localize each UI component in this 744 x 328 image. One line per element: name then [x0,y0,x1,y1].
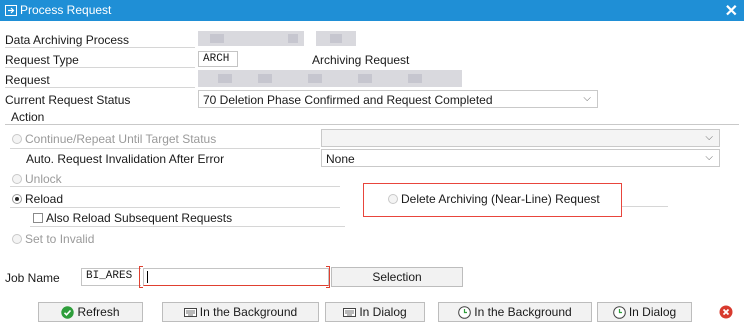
cancel-button[interactable] [719,305,733,319]
cancel-icon [719,305,733,319]
in-background-button-1[interactable]: In the Background [162,302,319,322]
divider [5,67,195,68]
continue-repeat-label: Continue/Repeat Until Target Status [25,132,217,146]
request-type-field[interactable]: ARCH [198,51,238,67]
in-dialog-label-2: In Dialog [628,305,677,319]
divider [622,206,668,207]
keyboard-icon [183,307,197,317]
continue-target-status-select[interactable]: ⌵ [321,129,720,147]
divider [10,148,320,149]
reload-radio[interactable] [12,194,22,204]
unlock-radio[interactable] [12,174,22,184]
divider [5,47,195,48]
divider [10,207,340,208]
current-request-status-select[interactable]: 70 Deletion Phase Confirmed and Request … [198,90,598,108]
text-cursor [147,271,148,283]
request-value [198,70,462,87]
set-to-invalid-label: Set to Invalid [25,232,95,246]
set-to-invalid-radio[interactable] [12,234,22,244]
close-icon[interactable]: ✕ [725,1,738,21]
job-name-input[interactable] [143,268,329,286]
also-reload-label: Also Reload Subsequent Requests [46,211,233,225]
unlock-label: Unlock [25,172,62,186]
job-name-label: Job Name [5,271,60,285]
request-label: Request [5,73,50,87]
chevron-down-icon: ⌵ [583,93,591,104]
in-background-label-2: In the Background [474,305,572,319]
auto-invalidation-select[interactable]: None ⌵ [321,149,720,167]
delete-archiving-radio[interactable] [388,194,398,204]
auto-invalidation-value: None [326,152,355,166]
window-title: Process Request [20,3,112,17]
in-background-label-1: In the Background [199,305,298,319]
divider [30,226,345,227]
data-archiving-process-label: Data Archiving Process [5,33,130,47]
chevron-down-icon: ⌵ [705,152,713,163]
action-group-title: Action [11,110,45,124]
request-type-label: Request Type [5,53,79,67]
in-dialog-button-1[interactable]: In Dialog [325,302,425,322]
window-titlebar: Process Request ✕ [0,0,744,21]
divider [10,186,340,187]
chevron-down-icon: ⌵ [705,132,713,143]
data-archiving-process-description [316,31,356,46]
in-background-button-2[interactable]: In the Background [438,302,592,322]
input-bracket-right [326,266,330,288]
delete-archiving-label: Delete Archiving (Near-Line) Request [401,192,600,206]
reload-label: Reload [25,192,64,206]
selection-button[interactable]: Selection [331,267,463,287]
continue-repeat-radio[interactable] [12,134,22,144]
in-dialog-button-2[interactable]: In Dialog [597,302,692,322]
request-type-description: Archiving Request [312,53,410,67]
divider [5,87,195,88]
keyboard-icon [343,307,357,317]
auto-invalidation-label: Auto. Request Invalidation After Error [26,152,225,166]
clock-execute-icon [458,305,472,319]
check-icon [61,305,75,319]
refresh-label: Refresh [77,305,120,319]
window-app-icon [5,5,17,16]
in-dialog-label-1: In Dialog [359,305,407,319]
job-name-field[interactable]: BI_ARES [81,268,141,286]
data-archiving-process-value [198,31,304,46]
current-request-status-value: 70 Deletion Phase Confirmed and Request … [203,93,493,107]
action-group-divider [5,124,739,125]
refresh-button[interactable]: Refresh [38,302,143,322]
clock-execute-icon [613,305,626,319]
current-request-status-label: Current Request Status [5,93,131,107]
also-reload-checkbox[interactable] [33,213,43,223]
selection-button-label: Selection [372,270,422,284]
